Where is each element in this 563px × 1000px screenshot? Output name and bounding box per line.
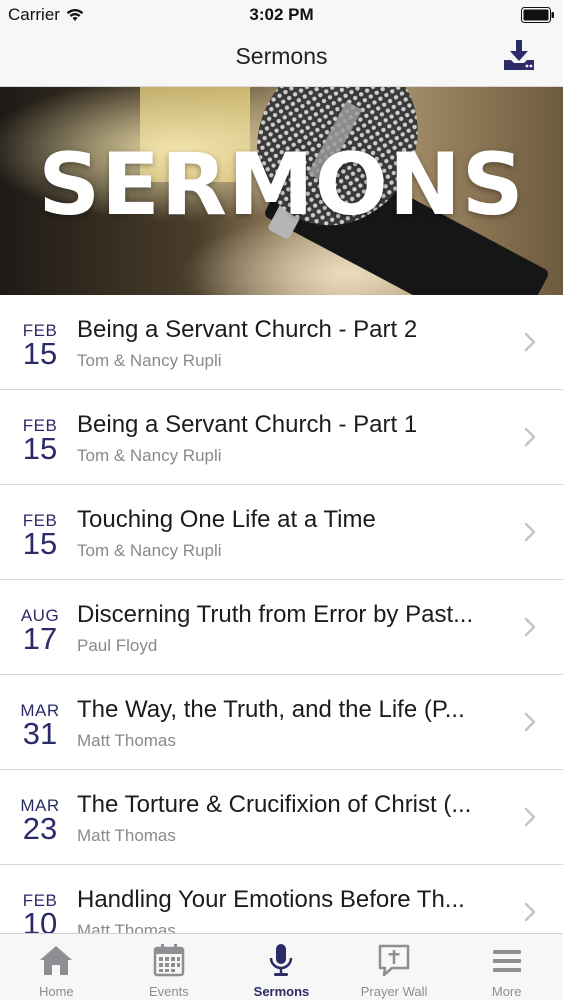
sermon-row[interactable]: FEB 15 Touching One Life at a Time Tom &… bbox=[0, 485, 563, 580]
sermon-speaker: Matt Thomas bbox=[77, 731, 176, 750]
sermon-day: 10 bbox=[22, 906, 58, 934]
tab-label: Home bbox=[38, 984, 74, 999]
tab-label: More bbox=[491, 984, 522, 999]
sermon-speaker: Matt Thomas bbox=[77, 826, 176, 845]
status-bar: Carrier 3:02 PM bbox=[0, 0, 563, 30]
sermon-title: Being a Servant Church - Part 2 bbox=[77, 316, 418, 343]
microphone-icon bbox=[270, 944, 293, 976]
sermons-banner: SERMONS bbox=[0, 87, 563, 295]
sermon-row[interactable]: MAR 23 The Torture & Crucifixion of Chri… bbox=[0, 770, 563, 865]
status-time: 3:02 PM bbox=[249, 5, 314, 24]
sermon-title: Touching One Life at a Time bbox=[77, 506, 376, 533]
sermon-speaker: Tom & Nancy Rupli bbox=[77, 541, 222, 560]
tab-label: Events bbox=[149, 984, 189, 999]
sermon-day: 23 bbox=[22, 811, 58, 846]
tab-home[interactable]: Home bbox=[0, 934, 113, 1000]
chevron-right-icon bbox=[524, 332, 536, 352]
chevron-right-icon bbox=[524, 807, 536, 827]
tab-label: Prayer Wall bbox=[360, 984, 428, 999]
chevron-right-icon bbox=[524, 427, 536, 447]
sermon-title: The Torture & Crucifixion of Christ (... bbox=[77, 791, 472, 818]
sermon-speaker: Matt Thomas bbox=[77, 921, 176, 933]
page-title: Sermons bbox=[235, 43, 328, 69]
chevron-right-icon bbox=[524, 617, 536, 637]
sermon-day: 17 bbox=[22, 621, 58, 656]
sermon-title: Discerning Truth from Error by Past... bbox=[77, 601, 474, 628]
navigation-bar: Sermons bbox=[0, 30, 563, 87]
sermon-title: Handling Your Emotions Before Th... bbox=[77, 886, 465, 913]
tab-events[interactable]: Events bbox=[113, 934, 226, 1000]
sermon-row[interactable]: MAR 31 The Way, the Truth, and the Life … bbox=[0, 675, 563, 770]
sermon-speaker: Paul Floyd bbox=[77, 636, 158, 655]
sermon-day: 15 bbox=[22, 336, 58, 371]
chevron-right-icon bbox=[524, 902, 536, 922]
sermon-list: FEB 15 Being a Servant Church - Part 2 T… bbox=[0, 295, 563, 933]
menu-icon bbox=[492, 950, 521, 972]
sermon-row[interactable]: FEB 15 Being a Servant Church - Part 1 T… bbox=[0, 390, 563, 485]
tab-more[interactable]: More bbox=[450, 934, 563, 1000]
sermon-row[interactable]: FEB 15 Being a Servant Church - Part 2 T… bbox=[0, 295, 563, 390]
calendar-icon bbox=[153, 944, 185, 977]
home-icon bbox=[40, 946, 73, 975]
sermon-speaker: Tom & Nancy Rupli bbox=[77, 446, 222, 465]
tab-label: Sermons bbox=[253, 984, 310, 999]
sermon-row[interactable]: FEB 10 Handling Your Emotions Before Th.… bbox=[0, 865, 563, 933]
tab-prayer-wall[interactable]: Prayer Wall bbox=[338, 934, 451, 1000]
chevron-right-icon bbox=[524, 522, 536, 542]
sermon-day: 15 bbox=[22, 526, 58, 561]
sermon-speaker: Tom & Nancy Rupli bbox=[77, 351, 222, 370]
sermon-row[interactable]: AUG 17 Discerning Truth from Error by Pa… bbox=[0, 580, 563, 675]
sermon-day: 31 bbox=[22, 716, 58, 751]
banner-title: SERMONS bbox=[38, 135, 525, 235]
tab-sermons[interactable]: Sermons bbox=[225, 934, 338, 1000]
tab-bar: Home Events Sermons Prayer Wall More bbox=[0, 933, 563, 1000]
chevron-right-icon bbox=[524, 712, 536, 732]
battery-icon bbox=[521, 7, 554, 23]
download-icon[interactable] bbox=[501, 38, 537, 74]
sermon-title: Being a Servant Church - Part 1 bbox=[77, 411, 418, 438]
sermon-title: The Way, the Truth, and the Life (P... bbox=[77, 696, 465, 723]
prayer-bubble-icon bbox=[378, 944, 410, 977]
sermon-day: 15 bbox=[22, 431, 58, 466]
